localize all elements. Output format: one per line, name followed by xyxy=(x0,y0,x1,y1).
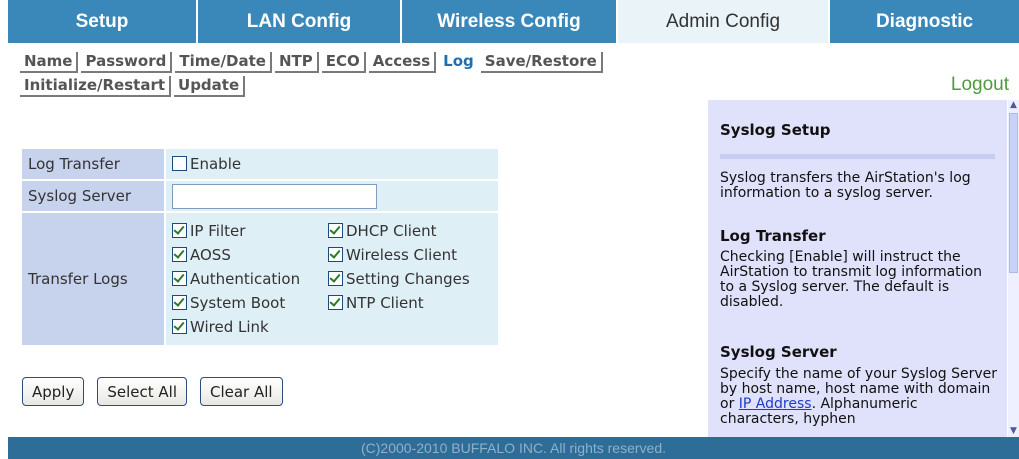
scroll-thumb[interactable] xyxy=(1009,113,1018,273)
setting-changes-label: Setting Changes xyxy=(346,270,470,288)
syslog-server-cell xyxy=(166,181,498,211)
subnav-save-restore[interactable]: Save/Restore xyxy=(480,52,603,73)
wireless-client-label: Wireless Client xyxy=(346,246,457,264)
log-option-aoss[interactable]: AOSS xyxy=(172,246,328,264)
authentication-checkbox[interactable] xyxy=(172,271,187,286)
tab-diagnostic[interactable]: Diagnostic xyxy=(830,0,1019,43)
subnav-name[interactable]: Name xyxy=(20,52,79,73)
authentication-label: Authentication xyxy=(190,270,301,288)
subnav-eco[interactable]: ECO xyxy=(321,52,366,73)
subnav-log[interactable]: Log xyxy=(439,52,478,71)
wired-link-label: Wired Link xyxy=(190,318,269,336)
system-boot-label: System Boot xyxy=(190,294,286,312)
help-log-transfer-heading: Log Transfer xyxy=(720,227,826,245)
help-log-transfer-text: Checking [Enable] will instruct the AirS… xyxy=(720,249,983,310)
enable-checkbox[interactable] xyxy=(172,156,187,171)
wired-link-checkbox[interactable] xyxy=(172,319,187,334)
ip-filter-checkbox[interactable] xyxy=(172,223,187,238)
help-syslog-server-heading: Syslog Server xyxy=(720,343,837,361)
wireless-client-checkbox[interactable] xyxy=(328,247,343,262)
tab-wireless-config[interactable]: Wireless Config xyxy=(402,0,618,43)
main-tab-bar: Setup LAN Config Wireless Config Admin C… xyxy=(8,0,1019,43)
subnav-access[interactable]: Access xyxy=(368,52,437,73)
log-option-ip-filter[interactable]: IP Filter xyxy=(172,222,328,240)
enable-label: Enable xyxy=(190,155,242,173)
subnav-password[interactable]: Password xyxy=(81,52,173,73)
aoss-label: AOSS xyxy=(190,246,231,264)
help-scrollbar[interactable]: ▲ ▼ xyxy=(1008,100,1019,437)
log-transfer-label: Log Transfer xyxy=(22,149,164,179)
log-transfer-cell: Enable xyxy=(166,149,498,179)
log-option-ntp-client[interactable]: NTP Client xyxy=(328,294,488,312)
help-title: Syslog Setup xyxy=(720,121,831,139)
ntp-client-label: NTP Client xyxy=(346,294,424,312)
help-syslog-server-text: Specify the name of your Syslog Server b… xyxy=(720,367,1000,427)
subnav-row-2: Initialize/Restart Update xyxy=(20,76,820,98)
subnav-update[interactable]: Update xyxy=(174,76,246,97)
transfer-logs-cell: IP Filter DHCP Client AOSS Wireless Clie… xyxy=(166,213,498,345)
logout-link[interactable]: Logout xyxy=(951,74,1009,96)
tab-admin-config[interactable]: Admin Config xyxy=(618,0,830,43)
ip-address-link[interactable]: IP Address xyxy=(739,396,812,412)
scroll-up-arrow-icon[interactable]: ▲ xyxy=(1008,100,1019,111)
setting-changes-checkbox[interactable] xyxy=(328,271,343,286)
subnav-row-1: Name Password Time/Date NTP ECO Access L… xyxy=(20,52,820,74)
form-button-row: Apply Select All Clear All xyxy=(22,377,283,406)
tab-lan-config[interactable]: LAN Config xyxy=(198,0,402,43)
transfer-logs-label: Transfer Logs xyxy=(22,213,164,345)
select-all-button[interactable]: Select All xyxy=(97,377,187,406)
syslog-server-input[interactable] xyxy=(172,183,377,209)
log-option-wired-link[interactable]: Wired Link xyxy=(172,318,328,336)
subnav-initialize-restart[interactable]: Initialize/Restart xyxy=(20,76,172,97)
tab-setup[interactable]: Setup xyxy=(8,0,198,43)
system-boot-checkbox[interactable] xyxy=(172,295,187,310)
log-option-setting-changes[interactable]: Setting Changes xyxy=(328,270,488,288)
log-option-authentication[interactable]: Authentication xyxy=(172,270,328,288)
log-option-wireless-client[interactable]: Wireless Client xyxy=(328,246,488,264)
help-divider xyxy=(720,154,995,159)
subnav-time-date[interactable]: Time/Date xyxy=(175,52,272,73)
clear-all-button[interactable]: Clear All xyxy=(200,377,283,406)
log-option-dhcp-client[interactable]: DHCP Client xyxy=(328,222,488,240)
dhcp-client-label: DHCP Client xyxy=(346,222,437,240)
help-panel: Syslog Setup Syslog transfers the AirSta… xyxy=(708,100,1007,437)
ntp-client-checkbox[interactable] xyxy=(328,295,343,310)
dhcp-client-checkbox[interactable] xyxy=(328,223,343,238)
apply-button[interactable]: Apply xyxy=(22,377,85,406)
syslog-server-label: Syslog Server xyxy=(22,181,164,211)
log-option-system-boot[interactable]: System Boot xyxy=(172,294,328,312)
ip-filter-label: IP Filter xyxy=(190,222,246,240)
help-intro-text: Syslog transfers the AirStation's log in… xyxy=(720,170,971,201)
aoss-checkbox[interactable] xyxy=(172,247,187,262)
subnav-ntp[interactable]: NTP xyxy=(274,52,319,73)
log-settings-form: Log Transfer Enable Syslog Server Transf… xyxy=(20,147,500,347)
transfer-logs-list: IP Filter DHCP Client AOSS Wireless Clie… xyxy=(172,219,492,339)
footer-copyright: (C)2000-2010 BUFFALO INC. All rights res… xyxy=(8,437,1019,459)
scroll-down-arrow-icon[interactable]: ▼ xyxy=(1008,426,1019,437)
